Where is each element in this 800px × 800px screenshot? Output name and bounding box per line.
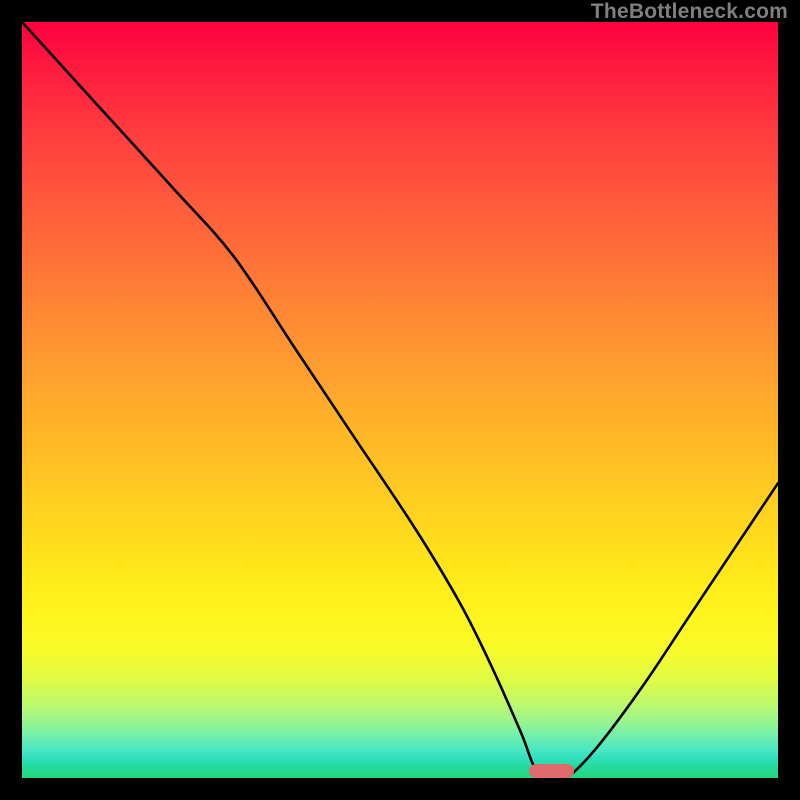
plot-area — [22, 22, 778, 778]
bottleneck-curve — [22, 22, 778, 778]
optimal-marker — [529, 764, 574, 778]
watermark-text: TheBottleneck.com — [591, 0, 788, 24]
chart-frame: TheBottleneck.com — [0, 0, 800, 800]
